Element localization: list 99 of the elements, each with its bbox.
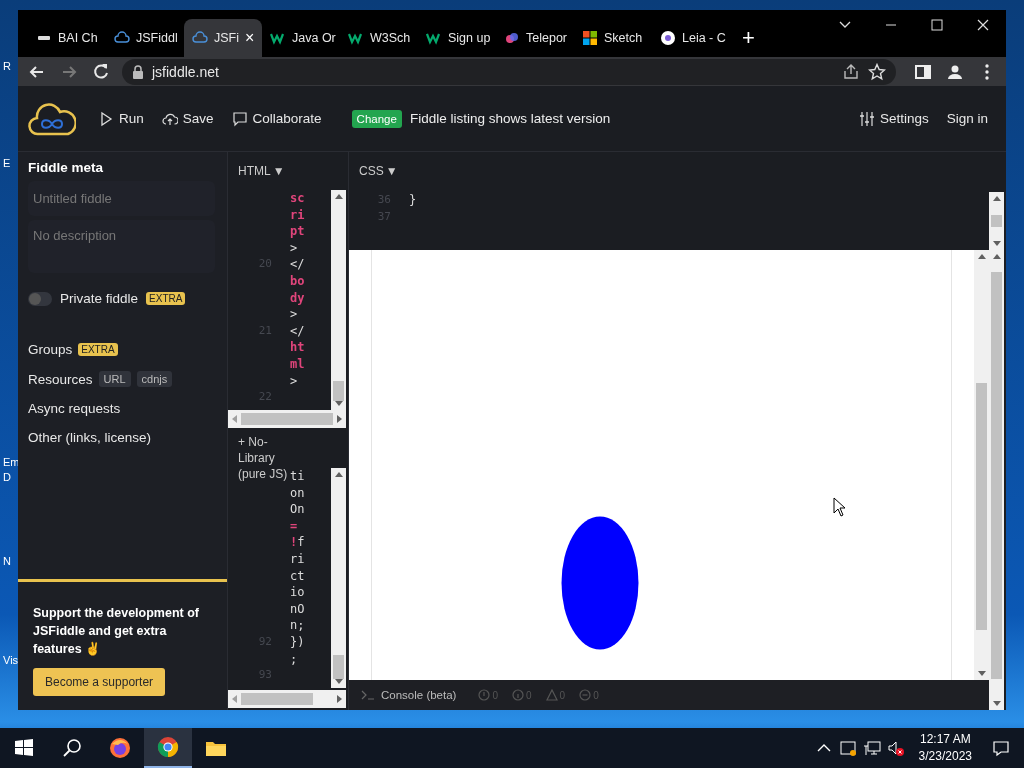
collaborate-button[interactable]: Collaborate <box>231 110 322 127</box>
scrollbar[interactable] <box>989 250 1004 710</box>
sidebar-section[interactable]: Async requests <box>28 401 121 416</box>
terminal-icon <box>361 690 375 700</box>
desktop-icon-label[interactable]: Vis <box>3 654 19 666</box>
cloud-icon <box>192 30 208 46</box>
supporter-button[interactable]: Become a supporter <box>33 668 166 696</box>
desktop-icon-label[interactable]: R <box>3 60 11 72</box>
desktop-icon-label[interactable]: E <box>3 157 11 169</box>
code-line: On <box>290 502 305 517</box>
muted-speaker-icon[interactable] <box>886 739 905 757</box>
browser-logo-icon[interactable] <box>156 735 180 759</box>
support-text: Support the development of JSFiddle and get extra features ✌ <box>33 605 200 658</box>
extra-badge: EXTRA <box>146 292 186 305</box>
panel-title[interactable]: CSS <box>359 164 384 178</box>
sidebar-section[interactable]: Groups <box>28 342 73 357</box>
sidebar-section[interactable]: Resources <box>28 371 93 387</box>
console-label[interactable]: Console (beta) <box>381 689 457 701</box>
code-line: </ <box>290 323 305 338</box>
code-line: </ <box>290 257 305 272</box>
speech-bubble-icon[interactable] <box>231 110 248 127</box>
taskbar-app[interactable] <box>144 728 192 768</box>
code-line: ht <box>290 340 305 355</box>
code-line: > <box>290 240 298 255</box>
scrollbar[interactable] <box>331 468 346 688</box>
sign-in-button[interactable]: Sign in <box>946 111 988 126</box>
code-line: bo <box>290 273 305 288</box>
code-line: ; <box>290 651 298 666</box>
scrollbar[interactable] <box>331 190 346 410</box>
save-button[interactable]: Save <box>161 110 214 127</box>
browser-tab[interactable]: JSFiddl <box>106 19 184 57</box>
code-line: > <box>290 307 298 322</box>
code-line: }) <box>290 634 305 649</box>
resource-tag[interactable]: URL <box>98 371 131 387</box>
framework-label[interactable]: + No-Library (pure JS) <box>238 434 290 482</box>
description-field[interactable]: No description <box>28 220 215 273</box>
info-icon <box>512 689 524 701</box>
code-line: = <box>290 518 298 533</box>
code-line: n; <box>290 618 305 633</box>
code-line: ri <box>290 551 305 566</box>
notification-icon[interactable] <box>992 739 1010 757</box>
panel-title[interactable]: HTML <box>238 164 271 178</box>
mouse-pointer-icon <box>833 497 847 517</box>
caret-icon[interactable]: ▼ <box>272 164 285 178</box>
code-line: nO <box>290 601 305 616</box>
code-line: !f <box>290 535 305 550</box>
error-icon <box>478 689 491 701</box>
notice-text: Fiddle listing shows latest version <box>409 111 611 126</box>
browser-tab[interactable]: W3Sch <box>340 19 418 57</box>
browser-tab[interactable]: Leia - C <box>652 19 730 57</box>
scrollbar[interactable] <box>974 250 989 680</box>
run-button[interactable]: Run <box>98 110 144 127</box>
code-line: > <box>290 373 298 388</box>
scrollbar[interactable] <box>989 192 1004 250</box>
log-icon <box>579 689 592 701</box>
browser-tab[interactable]: Sign up <box>418 19 496 57</box>
code-line: sc <box>290 191 305 205</box>
new-tab-button[interactable]: + <box>742 27 755 49</box>
sidebar-heading: Fiddle meta <box>27 159 104 177</box>
code-line: on <box>290 485 305 500</box>
scrollbar[interactable] <box>228 690 346 708</box>
play-icon[interactable] <box>98 110 114 127</box>
desktop-icon-label[interactable]: N <box>3 555 11 567</box>
code-line: pt <box>290 224 305 239</box>
scrollbar[interactable] <box>228 410 346 428</box>
browser-tab[interactable]: Java Or <box>262 19 340 57</box>
star-icon[interactable] <box>868 62 886 81</box>
browser-logo-icon[interactable] <box>108 736 132 760</box>
warning-icon <box>545 689 558 701</box>
address-bar[interactable]: jsfiddle.net <box>122 58 896 85</box>
four-squares-icon <box>582 30 598 46</box>
sidebar-section[interactable]: Other (links, license) <box>28 430 152 445</box>
code-line: ml <box>290 356 305 371</box>
settings-icon[interactable] <box>858 110 875 127</box>
code-line: ri <box>290 207 305 222</box>
circle-logo-icon <box>660 30 676 46</box>
blob-icon <box>504 30 520 46</box>
toggle-label: Private fiddle <box>60 291 139 306</box>
desktop-icon-label[interactable]: D <box>3 471 11 483</box>
code-line: ct <box>290 568 305 583</box>
title-field[interactable]: Untitled fiddle <box>28 181 215 216</box>
code-line: ti <box>290 469 305 483</box>
clock[interactable]: 12:17 AM 3/23/2023 <box>918 731 972 765</box>
resource-tag[interactable]: cdnjs <box>136 371 173 387</box>
code-line: dy <box>290 290 305 305</box>
lock-icon <box>132 64 144 79</box>
caret-icon[interactable]: ▼ <box>385 164 398 178</box>
cloud-icon <box>114 30 130 46</box>
settings-button[interactable]: Settings <box>858 110 929 127</box>
code-line: } <box>409 193 417 207</box>
browser-tab[interactable]: JSFi × <box>184 19 262 57</box>
network-icon[interactable] <box>862 739 881 757</box>
share-icon[interactable] <box>842 62 860 81</box>
browser-tab[interactable]: BAI Ch <box>28 19 106 57</box>
browser-tab[interactable]: Telepor <box>496 19 574 57</box>
extra-badge: EXTRA <box>78 343 118 356</box>
code-line: io <box>290 585 305 600</box>
browser-tab[interactable]: Sketch <box>574 19 652 57</box>
private-toggle[interactable] <box>28 291 52 306</box>
